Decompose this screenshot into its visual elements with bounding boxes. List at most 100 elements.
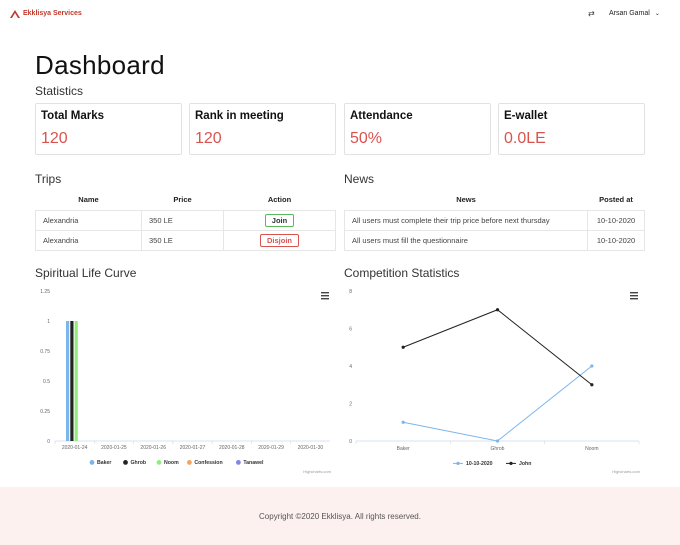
data-point (590, 383, 594, 387)
series-line (403, 365, 593, 442)
stat-card-attendance: Attendance 50% (344, 103, 491, 155)
legend-marker (509, 461, 513, 465)
stat-label: Rank in meeting (195, 110, 284, 122)
stat-card-e-wallet: E-wallet 0.0LE (498, 103, 645, 155)
legend-marker (123, 460, 128, 465)
stat-card-rank: Rank in meeting 120 (189, 103, 336, 155)
trips-table: Name Price Action Alexandria 350 LE Join… (35, 190, 336, 251)
legend-marker (156, 460, 162, 465)
x-tick-label: 2020-01-29 (258, 445, 284, 451)
legend-marker (89, 460, 95, 465)
spiritual-life-chart: 0 0.25 0.5 0.75 1 1.25 2020-01-24 2020-01-25 202… (40, 289, 331, 474)
footer-copyright: Copyright ©2020 Ekklisya. All rights res… (259, 512, 421, 521)
chart-credit: Highcharts.com (612, 469, 640, 474)
legend-marker (236, 460, 241, 465)
stat-value: 120 (195, 130, 222, 147)
x-tick-label: Baker (397, 446, 410, 452)
data-point (401, 420, 405, 424)
news-table: News Posted at All users must complete t… (344, 190, 645, 251)
y-tick-label: 6 (349, 327, 352, 333)
user-menu[interactable]: Arsan Gamal ⌄ (609, 10, 660, 17)
legend-item: Noom (164, 460, 179, 466)
y-tick-label: 2 (349, 402, 352, 408)
y-tick-label: 4 (349, 364, 352, 370)
footer: Copyright ©2020 Ekklisya. All rights res… (0, 487, 680, 545)
table-row: Alexandria 350 LE Join (35, 209, 336, 231)
y-tick-label: 0 (349, 439, 352, 445)
x-tick-label: 2020-01-30 (298, 445, 324, 451)
legend-item: Confession (194, 460, 222, 466)
news-text: All users must fill the questionnaire (344, 229, 588, 251)
stat-label: Attendance (350, 110, 413, 122)
chevron-down-icon: ⌄ (654, 11, 660, 17)
x-tick-label: 2020-01-25 (101, 445, 127, 451)
news-date: 10-10-2020 (587, 209, 645, 231)
legend-marker (187, 460, 192, 465)
y-tick-label: 0.5 (43, 379, 50, 385)
stat-label: Total Marks (41, 110, 105, 122)
legend-item: Ghrob (131, 460, 147, 466)
x-tick-label: 2020-01-26 (140, 445, 166, 451)
data-point (495, 439, 500, 443)
column-header: Action (267, 195, 292, 205)
column-header: News (456, 195, 476, 205)
x-tick-label: 2020-01-27 (180, 445, 206, 451)
news-text: All users must complete their trip price… (344, 209, 588, 231)
trip-name: Alexandria (35, 209, 142, 231)
statistics-heading: Statistics (35, 84, 84, 98)
disjoin-button[interactable]: Disjoin (259, 233, 299, 247)
table-row: All users must complete their trip price… (344, 209, 645, 231)
brand-name: Ekklisya Services (23, 10, 82, 17)
trips-heading: Trips (35, 172, 62, 186)
table-row: Alexandria 350 LE Disjoin (35, 229, 336, 251)
bar (74, 321, 78, 441)
stat-value: 120 (41, 130, 68, 147)
bar (66, 321, 70, 441)
news-date: 10-10-2020 (587, 229, 645, 251)
y-tick-label: 0.25 (40, 409, 50, 415)
table-row: All users must fill the questionnaire 10… (344, 229, 645, 251)
y-tick-label: 1 (47, 319, 50, 325)
legend-marker (456, 461, 460, 465)
column-header: Posted at (599, 195, 633, 205)
y-tick-label: 0 (47, 439, 50, 445)
user-name: Arsan Gamal (609, 10, 650, 17)
page-title: Dashboard (35, 50, 165, 80)
x-tick-label: 2020-01-24 (62, 445, 88, 451)
stat-label: E-wallet (504, 110, 548, 122)
x-tick-label: 2020-01-28 (219, 445, 245, 451)
trip-price: 350 LE (141, 209, 224, 231)
hamburger-menu-icon[interactable] (321, 292, 329, 300)
x-tick-label: Noom (585, 446, 598, 452)
trip-name: Alexandria (35, 229, 142, 251)
legend-item: Tanawel (243, 460, 264, 466)
news-heading: News (344, 172, 375, 186)
stat-card-total-marks: Total Marks 120 (35, 103, 182, 155)
chart-credit: Highcharts.com (303, 469, 331, 474)
data-point (401, 345, 405, 349)
y-tick-label: 1.25 (40, 289, 50, 295)
stat-value: 0.0LE (504, 130, 546, 147)
trip-price: 350 LE (141, 229, 224, 251)
legend-item: John (519, 461, 531, 467)
spiritual-chart-title: Spiritual Life Curve (35, 266, 137, 280)
legend-item: 10-10-2020 (466, 461, 493, 467)
x-tick-label: Ghrob (491, 446, 505, 452)
legend-item: Baker (97, 460, 111, 466)
brand[interactable]: Ekklisya Services (10, 9, 82, 18)
data-point (495, 308, 500, 312)
data-point (590, 364, 594, 368)
top-navbar: Ekklisya Services ⇄ Arsan Gamal ⌄ (0, 0, 680, 28)
join-button[interactable]: Join (264, 213, 295, 227)
bar (70, 321, 74, 441)
column-header: Price (173, 195, 192, 205)
column-header: Name (78, 195, 99, 205)
brand-logo-icon (10, 10, 20, 18)
hamburger-menu-icon[interactable] (630, 292, 638, 300)
competition-chart-title: Competition Statistics (344, 266, 460, 280)
y-tick-label: 0.75 (40, 349, 50, 355)
series-line (402, 309, 593, 386)
y-tick-label: 8 (349, 289, 352, 295)
swap-icon[interactable]: ⇄ (588, 9, 595, 18)
competition-statistics-chart: 0 2 4 6 8 Baker Ghrob Noom 10-10-2020 John Highcha… (349, 289, 640, 474)
